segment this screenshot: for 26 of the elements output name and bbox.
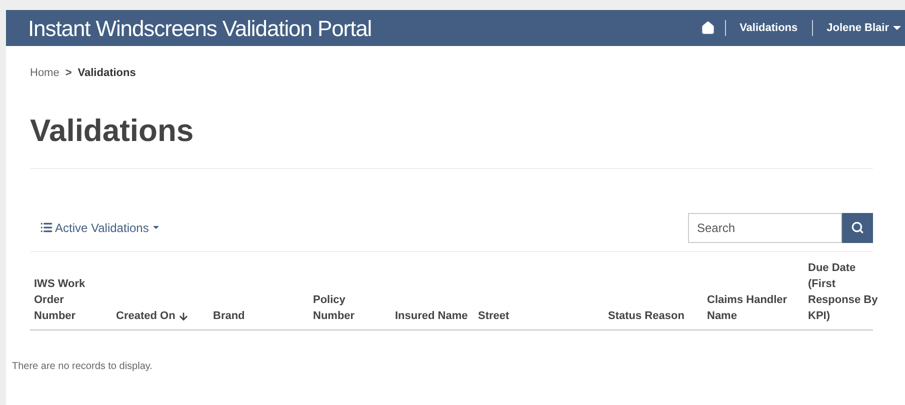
- breadcrumb-link[interactable]: Validations: [78, 65, 136, 82]
- breadcrumb-separator: >: [65, 66, 72, 81]
- sort-arrow-icon: [178, 310, 190, 322]
- search-field[interactable]: Search: [688, 212, 842, 242]
- column-header[interactable]: Status Reason: [608, 308, 684, 324]
- user-menu[interactable]: Jolene Blair: [812, 20, 901, 36]
- column-header[interactable]: Brand: [213, 308, 245, 324]
- breadcrumb-link[interactable]: Home: [30, 65, 60, 82]
- column-header[interactable]: Policy Number: [313, 292, 387, 324]
- caret-icon: [893, 26, 901, 30]
- page-title: Validations: [30, 114, 195, 146]
- column-header[interactable]: Claims Handler Name: [707, 292, 800, 324]
- list-icon: [40, 221, 53, 234]
- caret-icon: [152, 226, 159, 229]
- nav-link[interactable]: Validations: [726, 20, 812, 36]
- portal-title: Instant Windscreens Validation Portal: [28, 14, 372, 42]
- empty-message: There are no records to display.: [12, 360, 154, 374]
- column-header[interactable]: Created On: [116, 308, 190, 324]
- home-icon: [700, 21, 715, 35]
- column-header[interactable]: Due Date (First Response By KPI): [808, 260, 886, 324]
- search-icon: [851, 221, 864, 234]
- column-header[interactable]: Insured Name: [395, 308, 468, 324]
- column-header[interactable]: IWS Work Order Number: [34, 276, 108, 324]
- search-button[interactable]: [842, 212, 873, 242]
- column-header[interactable]: Street: [478, 308, 510, 324]
- view-selector[interactable]: Active Validations: [40, 218, 159, 236]
